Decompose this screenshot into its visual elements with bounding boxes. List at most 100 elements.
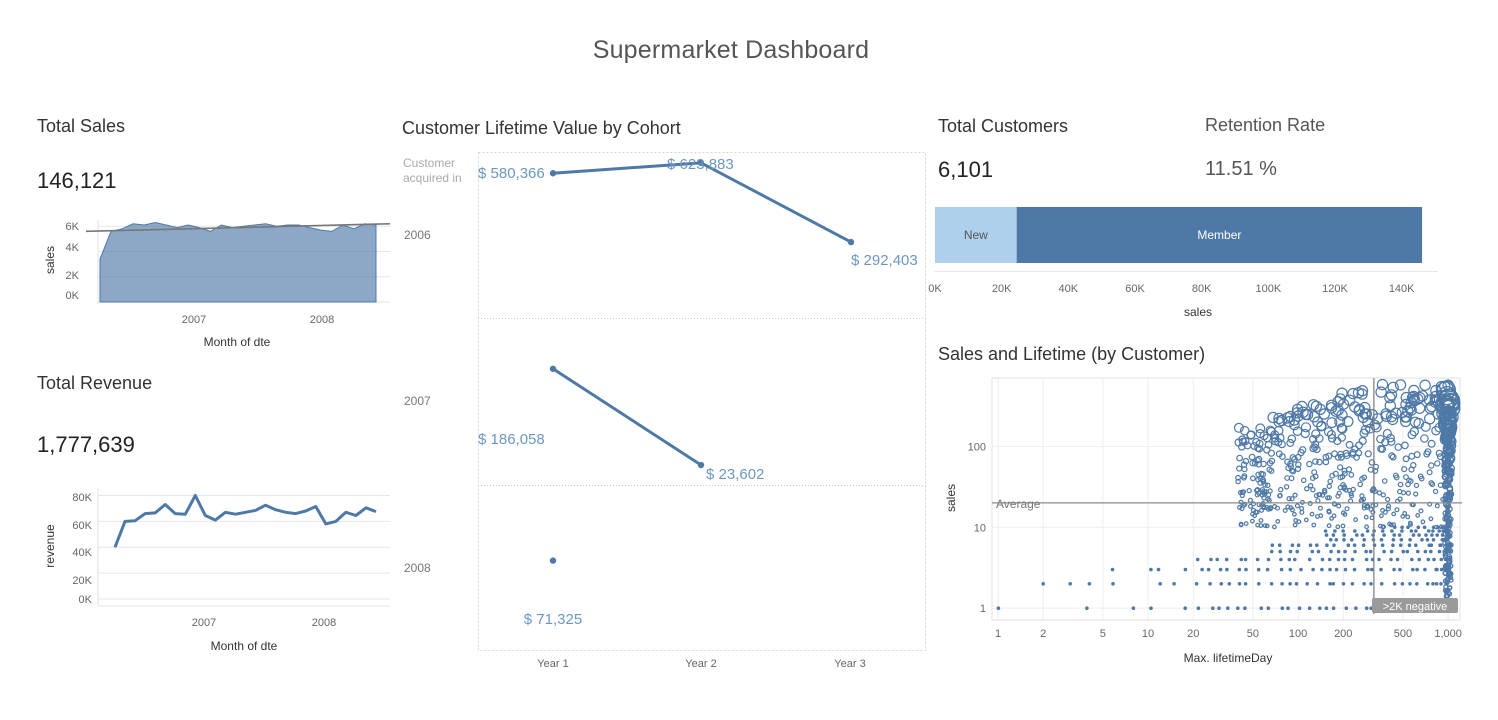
scatter-point [1423,549,1428,554]
scatter-point [1439,543,1443,547]
revenue-y-tick: 20K [72,575,92,587]
scatter-x-tick: 500 [1394,628,1412,640]
scatter-point [1334,538,1339,542]
scatter-point [1405,549,1410,554]
scatter-point [1239,557,1244,562]
scatter-point [1409,529,1414,533]
scatter-point [1246,487,1252,494]
clv-cohort-2008: 2008 [404,561,431,575]
scatter-point [1355,441,1364,450]
scatter-point [1311,567,1315,572]
scatter-point [1385,506,1391,512]
scatter-point [1308,543,1313,547]
scatter-chart[interactable]: Average >2K negative 1 2 5 10 20 50 100 200 500 1… [930,372,1470,672]
scatter-point [1218,567,1223,572]
scatter-point [1432,488,1439,495]
scatter-point [1341,529,1345,533]
scatter-point [1435,567,1439,572]
scatter-point [1372,543,1377,547]
scatter-point [1408,538,1412,542]
scatter-point [1416,525,1421,530]
scatter-point [1382,549,1386,554]
scatter-point [1328,567,1332,572]
scatter-point [1311,522,1317,528]
scatter-point [1429,543,1434,547]
scatter-point [1307,606,1312,610]
total-revenue-chart[interactable]: 80K 60K 40K 20K 0K 2007 2008 Month of dt… [30,484,400,660]
total-sales-chart[interactable]: 6K 4K 2K 0K 2007 2008 Month of dte sales [30,210,400,360]
scatter-point [1353,517,1359,523]
clv-label-2008-year1: $ 71,325 [524,611,582,628]
scatter-point [1415,512,1421,518]
scatter-point [1392,582,1397,586]
scatter-point [1326,508,1332,514]
scatter-point [1389,453,1397,461]
sales-x-tick: 2008 [310,314,334,326]
revenue-y-tick: 80K [72,492,92,504]
scatter-point [1394,379,1407,391]
scatter-point [1259,507,1265,513]
scatter-point [1427,529,1431,533]
scatter-y-axis-title: sales [944,484,958,512]
scatter-point [1288,567,1293,572]
scatter-point [1156,567,1161,572]
segment-x-tick: 40K [1059,283,1079,295]
scatter-point [1403,474,1409,480]
total-customers-title: Total Customers [938,116,1069,136]
scatter-point [1429,549,1433,554]
scatter-point [1259,606,1264,610]
segment-bar-chart[interactable]: New Member 0K 20K 40K 60K 80K 100K 120K 140K sa… [928,195,1468,325]
scatter-point [1379,513,1384,519]
scatter-point [1288,582,1292,586]
scatter-point [1209,557,1213,562]
scatter-point [1244,567,1248,572]
scatter-point [1200,567,1204,572]
total-sales-title: Total Sales [37,116,126,136]
scatter-point [1437,549,1442,554]
scatter-point [1423,567,1427,572]
scatter-point [1266,557,1271,562]
clv-chart[interactable]: $ 580,366 $ 623,883 $ 292,403 $ 186,058 … [470,145,940,680]
revenue-y-tick: 60K [72,520,92,532]
scatter-point [1267,449,1275,457]
scatter-point [1413,451,1421,459]
scatter-point [1425,582,1430,586]
scatter-point [1085,606,1089,610]
scatter-point [1206,567,1211,572]
scatter-point [1248,503,1254,509]
scatter-point [1208,582,1212,586]
scatter-point [1275,518,1281,524]
scatter-point [1350,582,1355,586]
scatter-point [1394,507,1400,513]
scatter-y-tick: 100 [968,441,986,453]
scatter-point [1434,582,1439,586]
scatter-point [1279,567,1284,572]
scatter-point [1424,413,1436,425]
scatter-point [1405,490,1411,496]
scatter-x-tick: 20 [1187,628,1199,640]
scatter-point [1247,497,1253,503]
clv-line-2006 [552,161,852,244]
clv-label-2007-year1: $ 186,058 [478,431,545,448]
scatter-point [1364,557,1369,562]
scatter-point [1414,543,1418,547]
total-sales-value: 146,121 [37,168,117,193]
clv-title: Customer Lifetime Value by Cohort [402,118,681,138]
scatter-point [1331,450,1339,458]
scatter-point [1297,606,1302,610]
revenue-x-axis-title: Month of dte [211,639,278,653]
scatter-point [1320,567,1324,572]
scatter-x-tick: 50 [1247,628,1259,640]
scatter-point [1415,567,1419,572]
scatter-point [1353,549,1357,554]
scatter-point [1420,538,1424,542]
clv-point-2008-1 [549,557,557,564]
scatter-point [1391,543,1395,547]
dashboard-title: Supermarket Dashboard [592,36,870,64]
scatter-point [1287,434,1297,444]
retention-value: 11.51 % [1205,158,1277,180]
segment-x-tick: 140K [1389,283,1415,295]
scatter-point [1334,567,1339,572]
scatter-negative-badge[interactable]: >2K negative [1372,598,1458,613]
scatter-x-tick: 10 [1142,628,1154,640]
